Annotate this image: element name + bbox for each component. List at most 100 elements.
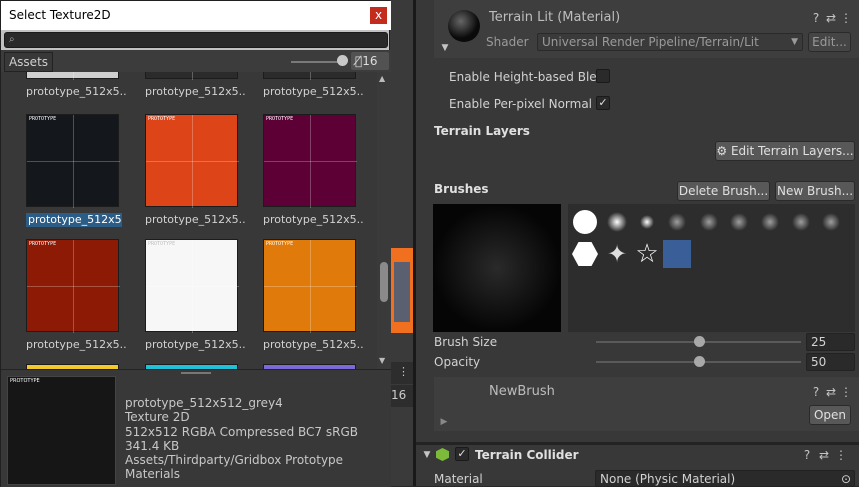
- brush-thumbnail[interactable]: [663, 208, 691, 236]
- texture-thumbnail[interactable]: PROTOTYPE: [263, 239, 357, 333]
- preset-icon[interactable]: ⇄: [824, 385, 838, 399]
- picker-title: Select Texture2D: [9, 8, 111, 22]
- texture-thumbnail[interactable]: PROTOTYPE: [145, 72, 238, 80]
- preview-type: Texture 2D: [125, 410, 190, 425]
- hidden-toggle-button[interactable]: 👁̸16: [351, 52, 389, 70]
- inspector-panel: Terrain Lit (Material) ? ⇄ ⋮ ▼ Shader Un…: [416, 0, 859, 487]
- brush-thumbnail[interactable]: [817, 208, 845, 236]
- resize-grip[interactable]: [181, 372, 211, 374]
- brush-shape-icon: [640, 215, 654, 229]
- new-brush-button[interactable]: New Brush...: [775, 181, 855, 201]
- preview-size: 341.4 KB: [125, 438, 180, 453]
- terrain-layers-header: Terrain Layers: [434, 124, 530, 138]
- preview-info: prototype_512x512_grey4 Texture 2D 512x5…: [125, 396, 391, 482]
- texture-name[interactable]: prototype_512x5...: [145, 338, 245, 352]
- delete-brush-button[interactable]: Delete Brush...: [677, 181, 770, 201]
- collider-enabled-checkbox[interactable]: ✓: [455, 447, 469, 461]
- texture-picker-window: Select Texture2D x ⌕ Assets 👁̸16 PROTOTY…: [0, 0, 391, 487]
- texture-thumbnail[interactable]: PROTOTYPE: [145, 114, 239, 208]
- brush-thumbnail[interactable]: [695, 208, 723, 236]
- brush-thumbnail[interactable]: [633, 208, 661, 236]
- height-blend-checkbox[interactable]: [596, 69, 610, 83]
- brush-shape-icon: [822, 213, 840, 231]
- material-object-field[interactable]: None (Physic Material) ⊙: [595, 470, 855, 487]
- scene-view-strip: ⋮ 16: [390, 0, 414, 486]
- shader-edit-button[interactable]: Edit...: [808, 32, 851, 52]
- scroll-down-icon[interactable]: ▼: [379, 356, 385, 365]
- search-input[interactable]: ⌕: [4, 32, 388, 48]
- texture-thumbnail[interactable]: PROTOTYPE: [263, 114, 357, 208]
- texture-name[interactable]: prototype_512x5...: [26, 213, 122, 227]
- prototype-logo: PROTOTYPE: [29, 241, 57, 247]
- texture-name[interactable]: prototype_512x5...: [26, 338, 126, 352]
- grid-scrollbar[interactable]: ▲ ▼: [377, 72, 391, 369]
- texture-thumbnail[interactable]: PROTOTYPE: [145, 239, 239, 333]
- texture-name[interactable]: prototype_512x5...: [263, 213, 363, 227]
- help-icon[interactable]: ?: [809, 385, 823, 399]
- brush-thumbnail[interactable]: [571, 208, 599, 236]
- texture-name[interactable]: prototype_512x5...: [26, 85, 126, 99]
- help-icon[interactable]: ?: [809, 11, 823, 25]
- opacity-field[interactable]: 50: [806, 353, 855, 371]
- visible-count: 16: [362, 54, 378, 68]
- brush-shape-icon: [700, 213, 718, 231]
- per-pixel-checkbox[interactable]: ✓: [596, 96, 610, 110]
- texture-thumbnail[interactable]: PROTOTYPE: [26, 114, 120, 208]
- brush-thumbnail[interactable]: [756, 208, 784, 236]
- grid-line: [27, 286, 120, 287]
- component-divider: [416, 442, 859, 445]
- preview-path: Assets/Thirdparty/Gridbox Prototype Mate…: [125, 453, 344, 482]
- grid-line: [264, 161, 357, 162]
- close-button[interactable]: x: [370, 7, 387, 24]
- texture-thumbnail[interactable]: PROTOTYPE: [26, 239, 120, 333]
- foldout-arrow-icon[interactable]: ▼: [420, 448, 434, 462]
- scrollbar-thumb[interactable]: [380, 262, 388, 302]
- grid-line: [192, 72, 193, 80]
- grid-line: [310, 72, 311, 80]
- texture-thumbnail[interactable]: PROTOTYPE: [26, 72, 119, 80]
- preview-image: PROTOTYPE: [7, 376, 116, 485]
- brush-thumbnail[interactable]: [603, 208, 631, 236]
- more-icon[interactable]: ⋮: [839, 385, 853, 399]
- texture-name[interactable]: prototype_512x5...: [263, 338, 363, 352]
- brush-shape-icon: [730, 213, 748, 231]
- preview-pane: PROTOTYPE prototype_512x512_grey4 Textur…: [1, 369, 391, 487]
- picker-titlebar: Select Texture2D x: [1, 1, 391, 30]
- preset-icon[interactable]: ⇄: [824, 11, 838, 25]
- scroll-up-icon[interactable]: ▲: [379, 74, 385, 83]
- more-icon[interactable]: ⋮: [839, 11, 853, 25]
- brush-size-slider-handle[interactable]: [693, 336, 705, 347]
- foldout-arrow-icon[interactable]: ▶: [437, 415, 451, 429]
- brush-thumbnail[interactable]: ☆: [633, 240, 661, 268]
- preset-icon[interactable]: ⇄: [817, 448, 831, 462]
- opacity-slider-handle[interactable]: [693, 356, 705, 367]
- edit-terrain-layers-button[interactable]: ⚙ Edit Terrain Layers...: [715, 141, 855, 161]
- tab-assets[interactable]: Assets: [4, 52, 53, 72]
- brush-thumbnail[interactable]: [571, 240, 599, 268]
- open-button[interactable]: Open: [809, 405, 851, 425]
- texture-name[interactable]: prototype_512x5...: [145, 85, 245, 99]
- object-picker-icon[interactable]: ⊙: [841, 471, 851, 487]
- brush-thumbnail[interactable]: ✦: [603, 240, 631, 268]
- prototype-logo: PROTOTYPE: [266, 116, 294, 122]
- grid-line: [146, 161, 239, 162]
- shader-label: Shader: [486, 35, 529, 49]
- brushes-header: Brushes: [434, 182, 489, 196]
- brush-size-field[interactable]: 25: [806, 333, 855, 351]
- texture-name[interactable]: prototype_512x5...: [263, 85, 363, 99]
- height-blend-label: Enable Height-based Blen: [449, 70, 605, 84]
- brush-thumbnail[interactable]: [725, 208, 753, 236]
- shader-dropdown[interactable]: Universal Render Pipeline/Terrain/Lit ▼: [537, 33, 803, 51]
- texture-name[interactable]: prototype_512x5...: [145, 213, 245, 227]
- more-icon[interactable]: ⋮: [398, 365, 409, 378]
- scene-toolbar-more[interactable]: ⋮: [390, 362, 414, 384]
- brush-thumbnail[interactable]: [663, 240, 691, 268]
- scene-count: 16: [391, 388, 407, 402]
- help-icon[interactable]: ?: [800, 448, 814, 462]
- texture-thumbnail[interactable]: PROTOTYPE: [263, 72, 356, 80]
- zoom-slider-handle[interactable]: [337, 55, 348, 66]
- foldout-arrow-icon[interactable]: ▼: [438, 41, 452, 55]
- brush-thumbnail[interactable]: [787, 208, 815, 236]
- dropdown-arrow-icon: ▼: [791, 37, 798, 47]
- more-icon[interactable]: ⋮: [834, 448, 848, 462]
